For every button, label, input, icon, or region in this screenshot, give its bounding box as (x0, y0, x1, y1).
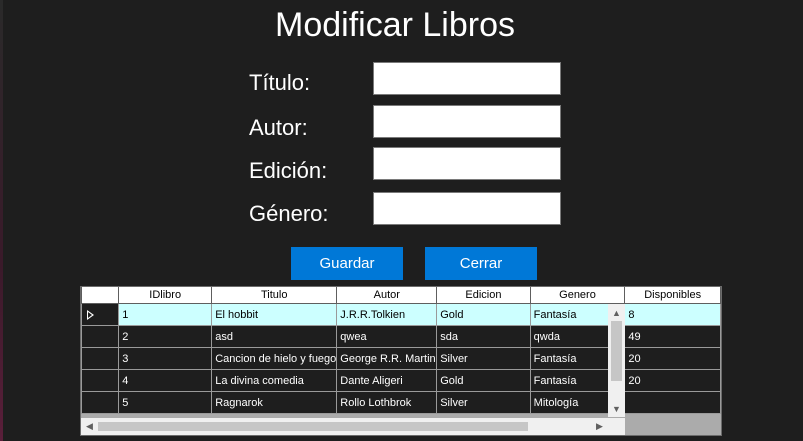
column-header-autor[interactable]: Autor (336, 287, 438, 304)
vertical-scrollbar[interactable]: ▲ ▼ (608, 304, 625, 417)
down-arrow-icon[interactable]: ▼ (608, 400, 625, 417)
autor-label: Autor: (249, 115, 308, 140)
table-cell[interactable]: George R.R. Martin (336, 347, 438, 370)
table-cell[interactable]: Gold (436, 303, 531, 326)
row-pointer-icon (87, 309, 94, 320)
row-header[interactable] (81, 347, 120, 370)
genero-label: Género: (249, 201, 329, 226)
corner-header[interactable] (81, 287, 120, 304)
table-cell[interactable]: 49 (624, 325, 721, 348)
table-cell[interactable]: 3 (118, 347, 213, 370)
column-header-edicion[interactable]: Edicion (436, 287, 531, 304)
right-arrow-icon[interactable]: ▶ (591, 418, 608, 435)
table-cell[interactable]: El hobbit (211, 303, 338, 326)
edicion-label: Edición: (249, 158, 328, 183)
table-cell[interactable]: qwea (336, 325, 438, 348)
column-header-titulo[interactable]: Titulo (211, 287, 338, 304)
horizontal-scroll-thumb[interactable] (98, 422, 528, 431)
table-cell[interactable]: Gold (436, 369, 531, 392)
table-cell[interactable]: 1 (118, 303, 213, 326)
books-grid[interactable]: IDlibro Titulo Autor Edicion Genero Disp… (80, 286, 722, 436)
column-header-idlibro[interactable]: IDlibro (118, 287, 213, 304)
page-title: Modificar Libros (275, 6, 515, 44)
table-cell[interactable]: 20 (624, 369, 721, 392)
row-header[interactable] (81, 325, 120, 348)
row-header[interactable] (81, 303, 120, 326)
scrollbar-corner (608, 418, 625, 435)
titulo-label: Título: (249, 70, 311, 95)
left-arrow-icon[interactable]: ◀ (81, 418, 98, 435)
grid-header-row: IDlibro Titulo Autor Edicion Genero Disp… (81, 287, 721, 304)
table-cell[interactable]: sda (436, 325, 531, 348)
table-cell[interactable]: Rollo Lothbrok (336, 391, 438, 414)
vertical-scroll-thumb[interactable] (611, 321, 622, 381)
books-table: IDlibro Titulo Autor Edicion Genero Disp… (81, 287, 721, 414)
table-cell[interactable]: Silver (436, 391, 531, 414)
table-cell[interactable]: 2 (118, 325, 213, 348)
row-header[interactable] (81, 391, 120, 414)
table-cell[interactable]: La divina comedia (211, 369, 338, 392)
table-cell[interactable]: 20 (624, 347, 721, 370)
table-cell[interactable]: J.R.R.Tolkien (336, 303, 438, 326)
up-arrow-icon[interactable]: ▲ (608, 304, 625, 321)
genero-input[interactable] (373, 192, 561, 225)
titulo-input[interactable] (373, 62, 561, 95)
table-cell[interactable]: Dante Aligeri (336, 369, 438, 392)
window-edge (0, 0, 3, 441)
edicion-input[interactable] (373, 147, 561, 180)
autor-input[interactable] (373, 105, 561, 138)
row-header[interactable] (81, 369, 120, 392)
table-cell[interactable] (624, 391, 721, 414)
cerrar-button[interactable]: Cerrar (425, 247, 537, 280)
column-header-genero[interactable]: Genero (529, 287, 626, 304)
table-cell[interactable]: Ragnarok (211, 391, 338, 414)
table-cell[interactable]: 5 (118, 391, 213, 414)
table-cell[interactable]: Cancion de hielo y fuego (211, 347, 338, 370)
guardar-button[interactable]: Guardar (291, 247, 403, 280)
table-cell[interactable]: Silver (436, 347, 531, 370)
table-cell[interactable]: 4 (118, 369, 213, 392)
table-cell[interactable]: asd (211, 325, 338, 348)
horizontal-scrollbar[interactable]: ◀ ▶ (81, 418, 608, 435)
column-header-disponibles[interactable]: Disponibles (624, 287, 721, 304)
table-cell[interactable]: 8 (624, 303, 721, 326)
